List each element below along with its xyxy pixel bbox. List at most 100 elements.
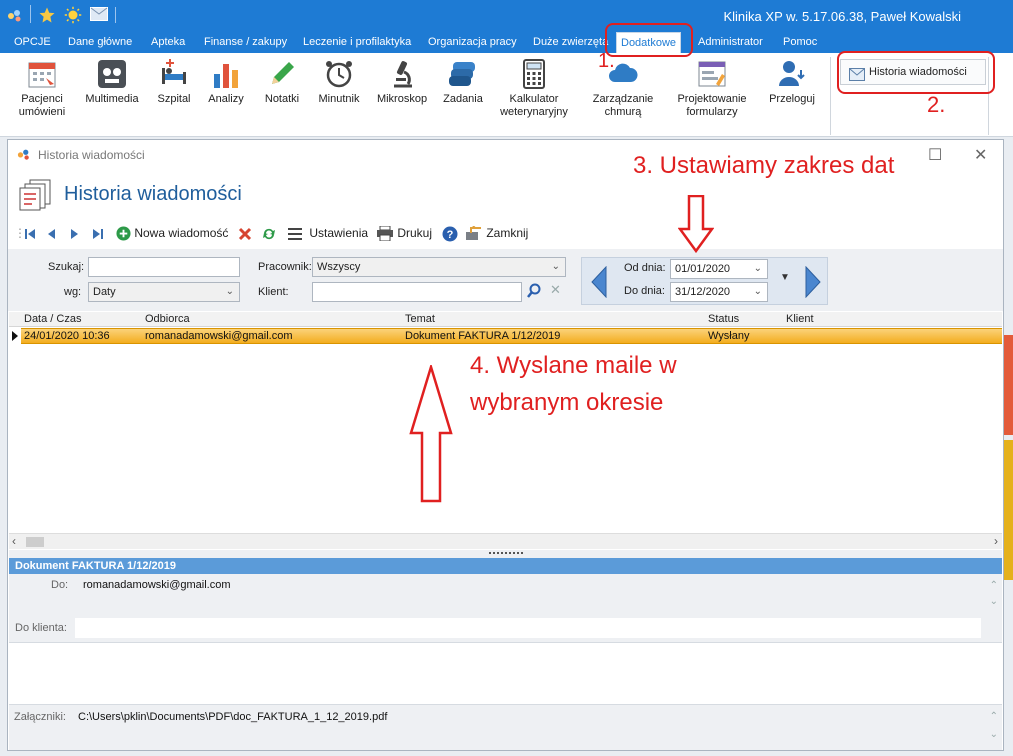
ribbon-button-zadania[interactable]: Zadania [440,57,486,106]
scroll-down-icon[interactable]: ⌄ [990,596,998,607]
mail-icon[interactable] [90,7,108,26]
ribbon-button-przeloguj[interactable]: Przeloguj [764,57,820,106]
search-input[interactable] [88,257,240,277]
settings-button[interactable]: Ustawienia [288,225,368,241]
to-label: Do: [51,579,69,591]
first-record-icon[interactable] [24,225,36,241]
tab-organizacja[interactable]: Organizacja pracy [424,32,521,53]
next-record-icon[interactable] [70,225,80,241]
sun-icon[interactable] [64,6,82,29]
calculator-icon [517,57,551,91]
ribbon-button-multimedia[interactable]: Multimedia [82,57,142,106]
title-bar: Klinika XP w. 5.17.06.38, Paweł Kowalski [0,0,1013,32]
date-range-panel: Od dnia: 01/01/2020 ⌄ Do dnia: 31/12/202… [581,257,828,305]
annotation-arrow-up-icon [409,365,453,503]
scroll-down-icon[interactable]: ⌄ [990,729,998,740]
menu-icon [288,227,302,240]
chevron-down-icon: ⌄ [551,261,560,272]
search-label: Szukaj: [48,261,85,273]
date-from-input[interactable]: 01/01/2020 ⌄ [670,259,768,279]
date-from-label: Od dnia: [624,262,666,274]
previous-record-icon[interactable] [46,225,56,241]
delete-icon[interactable] [238,225,252,241]
ribbon-button-minutnik[interactable]: Minutnik [314,57,364,106]
column-header-status[interactable]: Status [708,313,739,325]
to-value: romanadamowski@gmail.com [83,579,231,591]
next-period-icon[interactable] [804,266,822,298]
clear-icon[interactable]: ✕ [550,282,561,298]
annotation-step-3: 3. Ustawiamy zakres dat [633,152,895,179]
chevron-down-icon: ⌄ [753,286,762,297]
tab-leczenie[interactable]: Leczenie i profilaktyka [299,32,415,53]
ribbon-button-pacjenci[interactable]: Pacjenci umówieni [16,57,68,119]
hospital-bed-icon [157,57,191,91]
add-icon [116,226,131,241]
annotation-step-2: 2. [927,92,946,117]
to-client-field[interactable] [75,618,981,638]
calendar-icon [25,57,59,91]
multimedia-icon [95,57,129,91]
documents-icon [18,178,54,215]
scroll-right-icon[interactable]: › [994,534,998,548]
annotation-step-1: 1. [598,50,615,72]
app-logo-icon[interactable] [6,7,24,28]
message-body[interactable] [9,642,1002,704]
pencil-icon [265,57,299,91]
help-icon[interactable]: ? [442,225,458,242]
chevron-down-icon: ⌄ [753,263,762,274]
client-label: Klient: [258,286,289,298]
message-detail: Do: romanadamowski@gmail.com ⌃ ⌄ Do klie… [9,574,1002,642]
side-strip [1004,335,1013,435]
ribbon-button-analizy[interactable]: Analizy [204,57,248,106]
exit-icon [466,226,481,241]
last-record-icon[interactable] [92,225,104,241]
scrollbar-thumb[interactable] [26,537,44,547]
employee-select[interactable]: Wszyscy ⌄ [312,257,566,277]
close-button[interactable]: Zamknij [465,225,528,241]
scroll-up-icon[interactable]: ⌃ [990,580,998,591]
ribbon-button-szpital[interactable]: Szpital [152,57,196,106]
new-message-button[interactable]: Nowa wiadomość [116,225,228,241]
column-header-subject[interactable]: Temat [405,313,435,325]
close-icon[interactable]: ✕ [974,145,987,165]
column-header-datetime[interactable]: Data / Czas [24,313,81,325]
tab-apteka[interactable]: Apteka [147,32,189,53]
horizontal-scrollbar[interactable]: ‹ › [9,533,1002,549]
vertical-divider [115,7,117,28]
search-icon[interactable] [526,283,542,302]
ribbon-button-kalkulator[interactable]: Kalkulator weterynaryjny [495,57,573,119]
tab-opcje[interactable]: OPCJE [10,32,55,53]
attachment-path[interactable]: C:\Users\pklin\Documents\PDF\doc_FAKTURA… [78,711,387,723]
date-to-input[interactable]: 31/12/2020 ⌄ [670,282,768,302]
tab-administrator[interactable]: Administrator [694,32,767,53]
ribbon-button-mikroskop[interactable]: Mikroskop [372,57,432,106]
relogin-icon [775,57,809,91]
panel-splitter[interactable] [9,550,1002,558]
period-dropdown-icon[interactable]: ▼ [780,272,790,283]
alarm-clock-icon [322,57,356,91]
column-header-recipient[interactable]: Odbiorca [145,313,190,325]
refresh-icon[interactable] [261,225,277,241]
ribbon-button-notatki[interactable]: Notatki [258,57,306,106]
app-logo-icon [16,147,32,164]
annotation-arrow-down-icon [678,195,714,253]
star-icon[interactable] [38,6,56,29]
column-header-client[interactable]: Klient [786,313,814,325]
maximize-icon[interactable]: ☐ [928,145,942,165]
scroll-left-icon[interactable]: ‹ [12,534,16,548]
tab-pomoc[interactable]: Pomoc [779,32,821,53]
filter-panel: Szukaj: wg: Daty ⌄ Pracownik: Wszyscy ⌄ … [8,249,1003,311]
ribbon-button-projektowanie[interactable]: Projektowanie formularzy [670,57,754,119]
previous-period-icon[interactable] [590,266,608,298]
tab-dane-glowne[interactable]: Dane główne [64,32,136,53]
scroll-up-icon[interactable]: ⌃ [990,711,998,722]
attachments-label: Załączniki: [14,711,66,723]
window-title: Historia wiadomości [38,148,145,162]
message-history-window: Historia wiadomości ☐ ✕ Historia wiadomo… [7,139,1004,751]
search-by-select[interactable]: Daty ⌄ [88,282,240,302]
print-button[interactable]: Drukuj [376,225,432,242]
table-row[interactable]: 24/01/2020 10:36 romanadamowski@gmail.co… [21,328,1002,344]
tab-finanse[interactable]: Finanse / zakupy [200,32,291,53]
search-by-label: wg: [64,286,82,298]
client-input[interactable] [312,282,522,302]
